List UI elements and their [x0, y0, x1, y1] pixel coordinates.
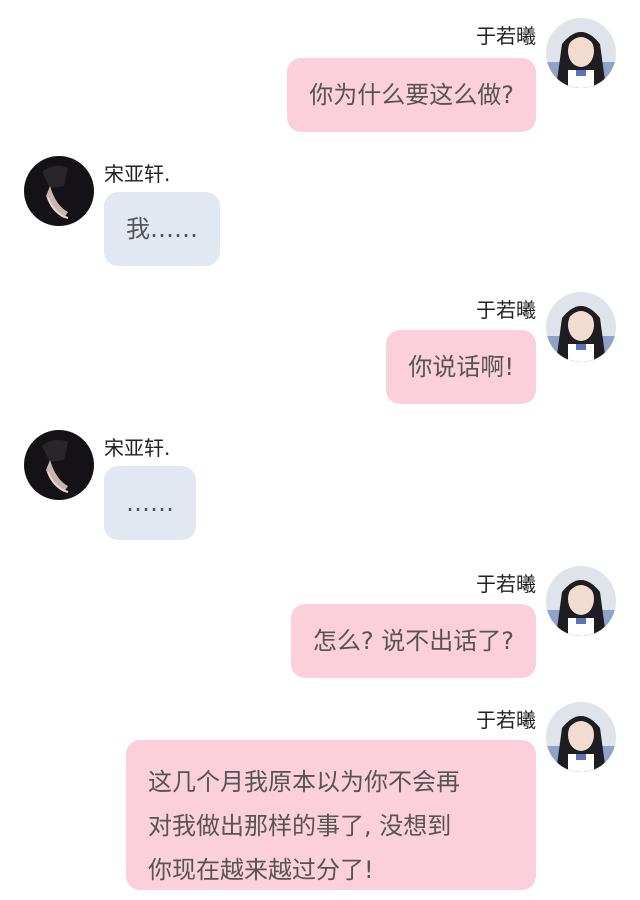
sender-name: 于若曦	[476, 708, 536, 732]
sender-name: 于若曦	[476, 298, 536, 322]
sender-name: 宋亚轩.	[104, 162, 171, 186]
avatar[interactable]	[24, 156, 94, 226]
sender-name: 于若曦	[476, 572, 536, 596]
avatar[interactable]	[546, 702, 616, 772]
message-text: 我……	[126, 215, 198, 243]
sender-name: 宋亚轩.	[104, 436, 171, 460]
chat-conversation: 于若曦 你为什么要这么做? 宋亚轩. 我…… 于若曦 你说话啊! 宋亚轩. ………	[0, 0, 640, 900]
avatar[interactable]	[24, 430, 94, 500]
message-bubble[interactable]: ……	[104, 466, 196, 540]
message-text: 你现在越来越过分了!	[148, 856, 374, 884]
avatar[interactable]	[546, 292, 616, 362]
message-bubble[interactable]: 你为什么要这么做?	[287, 58, 536, 132]
message-bubble[interactable]: 你说话啊!	[386, 330, 536, 404]
message-bubble[interactable]: 我……	[104, 192, 220, 266]
avatar[interactable]	[546, 18, 616, 88]
message-text: 你为什么要这么做?	[309, 81, 514, 109]
message-text: 对我做出那样的事了, 没想到	[148, 812, 452, 840]
message-bubble[interactable]: 怎么? 说不出话了?	[290, 604, 536, 678]
message-text: ……	[126, 489, 174, 517]
message-bubble[interactable]: 这几个月我原本以为你不会再 对我做出那样的事了, 没想到 你现在越来越过分了!	[126, 740, 536, 890]
sender-name: 于若曦	[476, 24, 536, 48]
message-text: 你说话啊!	[408, 353, 514, 381]
avatar[interactable]	[546, 566, 616, 636]
message-text: 怎么? 说不出话了?	[312, 627, 514, 655]
message-text: 这几个月我原本以为你不会再	[148, 768, 460, 796]
